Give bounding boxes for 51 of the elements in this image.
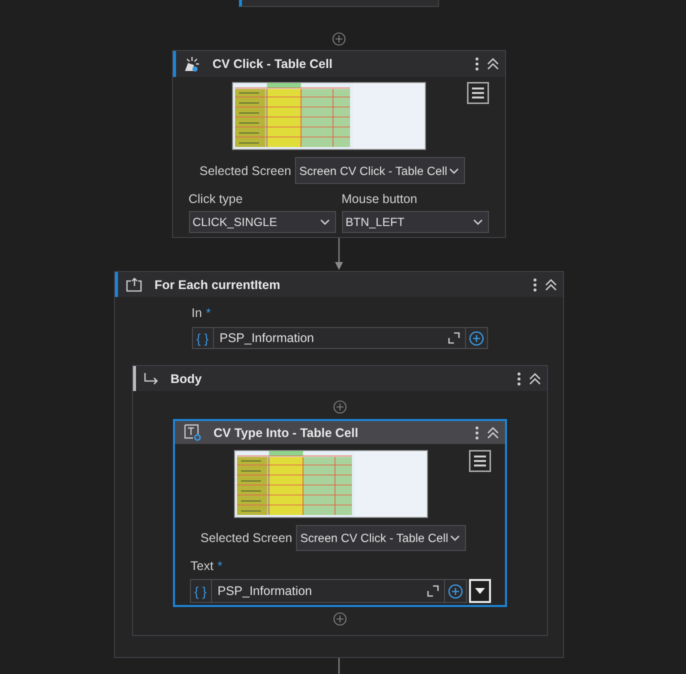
- field-label: Click type: [188, 192, 244, 206]
- dropdown[interactable]: Screen CV Click - Table Cell: [296, 525, 466, 551]
- field-label: Mouse button: [342, 192, 418, 206]
- more-options-icon[interactable]: [474, 426, 478, 440]
- add-activity-icon[interactable]: [332, 400, 346, 414]
- expression-field[interactable]: { } PSP_Information: [192, 327, 466, 349]
- required-mark: *: [217, 559, 222, 573]
- activity-card[interactable]: Body CV Type Into - Table Cell Selected Screen Screen CV Click - Table Cell Text * { } PSP_Information: [132, 365, 548, 636]
- dropdown[interactable]: Screen CV Click - Table Cell: [295, 157, 466, 184]
- connector-arrow: [334, 238, 344, 270]
- collapse-icon[interactable]: [486, 426, 498, 438]
- caret-icon: [474, 588, 484, 594]
- chevron-down-icon: [450, 535, 460, 541]
- chevron-down-icon: [472, 219, 482, 225]
- dropdown[interactable]: CLICK_SINGLE: [188, 211, 336, 233]
- dropdown[interactable]: BTN_LEFT: [342, 211, 488, 233]
- add-activity-icon[interactable]: [332, 612, 346, 626]
- activity-card[interactable]: CV Type Into - Table Cell Selected Screen Screen CV Click - Table Cell Text * { } PSP_Information: [172, 419, 506, 607]
- more-options-icon[interactable]: [532, 278, 536, 292]
- add-activity-icon[interactable]: [332, 32, 346, 46]
- pointer-click-icon: [182, 56, 200, 72]
- field-label: In: [192, 306, 202, 320]
- expand-icon[interactable]: [426, 585, 438, 597]
- activity-card[interactable]: CV Click - Table Cell Selected Screen Screen CV Click - Table Cell Click type CLICK_SINGLE Mouse button BTN_LEFT: [172, 50, 506, 238]
- loop-icon: [124, 276, 142, 292]
- text-gear-icon: [184, 424, 202, 442]
- activity-card[interactable]: For Each currentItem In * { } PSP_Information Body CV Type Into - Table Cell Selected Screen Screen CV Click - Table Cell Text * { } PSP_Information: [114, 271, 564, 658]
- field-label: Text: [190, 559, 214, 573]
- activity-title: Body: [170, 372, 203, 386]
- expression-field[interactable]: { } PSP_Information: [190, 579, 444, 603]
- more-options-icon[interactable]: [516, 372, 520, 386]
- collapse-icon[interactable]: [528, 372, 540, 384]
- chevron-down-icon: [449, 168, 460, 174]
- expand-icon[interactable]: [448, 332, 460, 344]
- collapse-icon[interactable]: [544, 278, 556, 290]
- field-label: Selected Screen: [200, 164, 292, 178]
- collapse-icon[interactable]: [486, 58, 498, 70]
- menu-icon[interactable]: [466, 82, 488, 104]
- add-button[interactable]: [466, 327, 488, 349]
- menu-icon[interactable]: [468, 450, 490, 472]
- required-mark: *: [206, 306, 211, 320]
- add-button[interactable]: [444, 579, 466, 603]
- field-label: Selected Screen: [200, 531, 292, 545]
- connector-line: [336, 658, 340, 674]
- chevron-down-icon: [320, 219, 330, 225]
- turn-arrow-icon: [142, 372, 158, 386]
- activity-title: For Each currentItem: [154, 278, 282, 292]
- more-options-icon[interactable]: [474, 57, 478, 71]
- activity-title: CV Type Into - Table Cell: [214, 426, 360, 440]
- dropdown-button[interactable]: [468, 579, 490, 603]
- activity-title: CV Click - Table Cell: [212, 57, 334, 71]
